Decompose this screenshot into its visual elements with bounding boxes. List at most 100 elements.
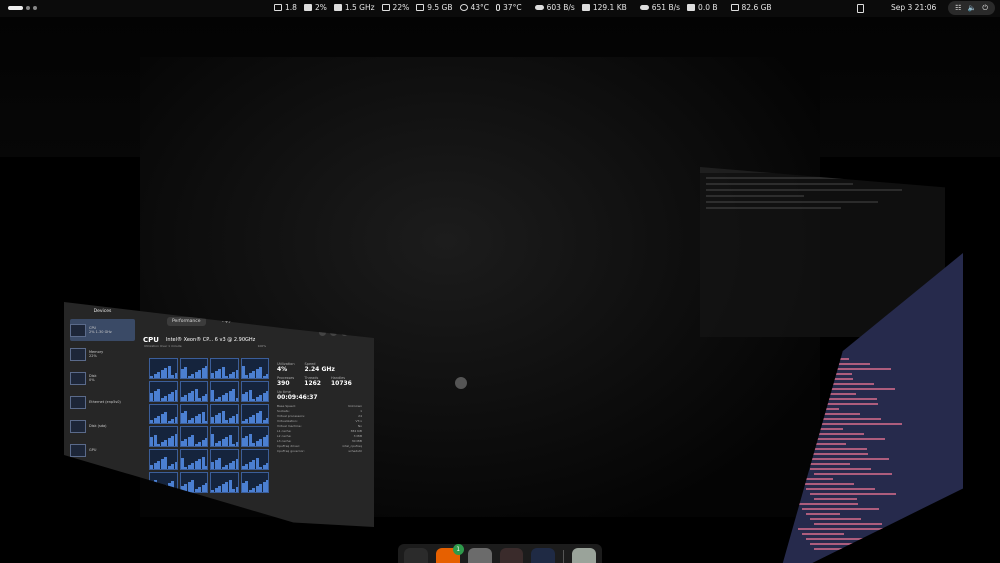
- metric-item[interactable]: 22%: [381, 3, 410, 12]
- stat-processes: Processes 390: [277, 376, 295, 387]
- device-item[interactable]: Disk 0%: [70, 367, 135, 389]
- core-graph: [210, 380, 239, 402]
- core-graph: [210, 472, 239, 493]
- thermometer-icon: [496, 4, 501, 11]
- workspace-dot[interactable]: [33, 6, 37, 10]
- firefox-icon[interactable]: 1: [435, 544, 464, 563]
- core-graph: [210, 449, 239, 471]
- cpu-stats: Utilization 4% Speed 2.24 GHz Processes 390…: [277, 362, 362, 454]
- core-graph: [179, 403, 208, 425]
- volume-icon: 🔈: [967, 4, 977, 12]
- core-graph: [149, 403, 178, 425]
- core-graph: [179, 358, 208, 379]
- core-graph: [240, 380, 269, 402]
- core-graph: [179, 449, 208, 471]
- network-icon: ☷: [955, 4, 962, 12]
- core-graph: [179, 472, 208, 493]
- wallpaper-mascot: [455, 377, 467, 389]
- metric-value: 129.1 KB: [592, 3, 627, 12]
- desktop-cube: Devices CPU 2% 1.30 GHz Memory 22% Disk 0% Eth…: [0, 17, 1000, 563]
- metric-item[interactable]: 651 B/s: [639, 3, 681, 12]
- metric-value: 651 B/s: [651, 3, 681, 12]
- metric-item[interactable]: 603 B/s: [534, 3, 575, 12]
- frequency-icon: [333, 4, 342, 11]
- disk-write-icon: [687, 4, 696, 11]
- device-item[interactable]: GPU: [70, 439, 135, 461]
- storage-icon: [730, 4, 739, 11]
- core-graph: [149, 426, 178, 448]
- monitor-icon: [274, 4, 282, 11]
- metric-item[interactable]: 1.8: [274, 3, 297, 12]
- metric-item[interactable]: 37°C: [496, 3, 522, 12]
- graph-caption: Utilization Over 1 minute 100%: [144, 344, 267, 348]
- metric-item[interactable]: 9.5 GB: [416, 3, 453, 12]
- stat-uptime: Up time 00:09:46:37: [277, 390, 318, 401]
- top-panel: 1.8 2% 1.5 GHz 22% 9.5 GB 43°C 37°C 603 B/s 129.…: [0, 0, 1000, 17]
- core-graph: [240, 358, 269, 379]
- device-thumbnail: [70, 347, 86, 361]
- cpu-core-graphs: [149, 358, 269, 493]
- device-item[interactable]: CPU 2% 1.30 GHz: [70, 319, 135, 341]
- core-graph: [210, 403, 239, 425]
- core-graph: [179, 426, 208, 448]
- power-icon: ⏻: [982, 3, 988, 12]
- device-item[interactable]: Memory 22%: [70, 343, 135, 365]
- ram-icon: [416, 4, 425, 11]
- core-graph: [210, 426, 239, 448]
- metric-item[interactable]: 2%: [303, 3, 327, 12]
- cloud-download-icon: [534, 5, 544, 10]
- metric-item[interactable]: 82.6 GB: [730, 3, 772, 12]
- files-icon[interactable]: [467, 548, 492, 563]
- metric-item[interactable]: 129.1 KB: [581, 3, 627, 12]
- device-thumbnail: [70, 395, 86, 409]
- device-thumbnail: [70, 323, 86, 337]
- metric-value: 22%: [392, 3, 410, 12]
- metric-item[interactable]: 43°C: [459, 3, 490, 12]
- workspace-dot[interactable]: [26, 6, 30, 10]
- workspace-indicator[interactable]: [8, 6, 37, 10]
- trash-icon[interactable]: [572, 548, 596, 563]
- metric-value: 603 B/s: [546, 3, 575, 12]
- stat-threads: Threads 1262: [304, 376, 321, 387]
- core-graph: [179, 380, 208, 402]
- clipboard-icon[interactable]: [857, 4, 864, 13]
- memory-icon: [381, 4, 390, 11]
- cpu-details: Base Speed: Unknown Sockets: 1 Virtual proce…: [277, 404, 362, 454]
- core-graph: [210, 358, 239, 379]
- device-item[interactable]: Disk (sda): [70, 415, 135, 437]
- clock[interactable]: Sep 3 21:06: [891, 3, 936, 12]
- ubuntu-icon[interactable]: [404, 548, 428, 563]
- cloud-upload-icon: [639, 5, 649, 10]
- metric-item[interactable]: 1.5 GHz: [333, 3, 375, 12]
- core-graph: [240, 449, 269, 471]
- metric-value: 43°C: [470, 3, 490, 12]
- device-thumbnail: [70, 443, 86, 457]
- metric-value: 37°C: [503, 3, 522, 12]
- metric-value: 2%: [314, 3, 327, 12]
- tab-devices[interactable]: Devices: [66, 306, 139, 317]
- metric-value: 9.5 GB: [427, 3, 453, 12]
- stat-handles: Handles 10736: [330, 376, 352, 387]
- core-graph: [240, 472, 269, 493]
- core-graph: [149, 449, 178, 471]
- metric-item[interactable]: 0.0 B: [687, 3, 718, 12]
- device-detail: 22%: [89, 354, 97, 358]
- system-menu[interactable]: ☷ 🔈 ⏻: [948, 1, 995, 15]
- system-monitor-icon[interactable]: [531, 548, 556, 563]
- terminal-icon[interactable]: [499, 548, 524, 563]
- core-graph: [149, 358, 178, 379]
- device-item[interactable]: Ethernet (enp5s0): [70, 391, 135, 413]
- device-detail: 2% 1.30 GHz: [89, 330, 112, 334]
- core-graph: [240, 426, 269, 448]
- metric-value: 82.6 GB: [741, 3, 772, 12]
- notification-badge: 1: [452, 544, 464, 555]
- page-title: CPU: [143, 336, 159, 344]
- dock: 1: [398, 544, 602, 563]
- active-workspace[interactable]: [8, 6, 23, 10]
- disk-icon: [581, 4, 590, 11]
- system-metrics[interactable]: 1.8 2% 1.5 GHz 22% 9.5 GB 43°C 37°C 603 B/s 129.…: [274, 3, 772, 12]
- system-monitor-window[interactable]: Devices CPU 2% 1.30 GHz Memory 22% Disk 0% Eth…: [64, 302, 374, 527]
- stat-utilization: Utilization 4%: [277, 362, 295, 373]
- metric-value: 1.8: [285, 3, 297, 12]
- device-name: Disk (sda): [89, 424, 107, 428]
